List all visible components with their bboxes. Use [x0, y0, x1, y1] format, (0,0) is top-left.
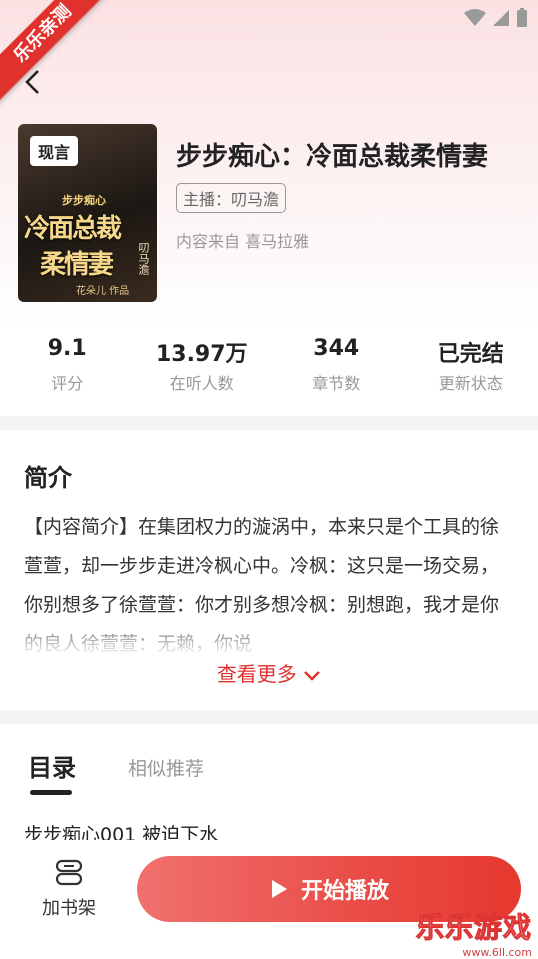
cover-side-text: 叨马澹	[135, 242, 151, 275]
stat-label: 更新状态	[404, 370, 538, 394]
book-cover[interactable]: 现言 步步痴心 冷面总裁 柔情妻 叨马澹 花朵儿 作品	[18, 124, 157, 302]
section-divider	[0, 710, 538, 724]
chevron-down-icon	[303, 669, 321, 683]
active-tab-indicator	[30, 790, 72, 795]
stat-label: 在听人数	[135, 370, 270, 394]
wifi-icon	[464, 9, 486, 27]
cover-author: 花朵儿 作品	[76, 282, 129, 297]
chapter-item[interactable]: 步步痴心001 被迫下水	[24, 820, 218, 840]
stat-update-status: 已完结 更新状态	[404, 336, 538, 394]
stat-value: 9.1	[0, 336, 135, 366]
status-bar	[464, 8, 528, 28]
stat-label: 章节数	[269, 370, 404, 394]
category-tag: 现言	[30, 136, 78, 166]
stat-value: 13.97万	[135, 336, 270, 366]
show-more-button[interactable]: 查看更多	[0, 658, 538, 687]
book-title: 步步痴心：冷面总裁柔情妻	[176, 136, 488, 173]
cover-subtitle: 步步痴心	[62, 192, 106, 208]
anchor-badge[interactable]: 主播：叨马澹	[176, 183, 286, 213]
battery-icon	[516, 8, 528, 28]
stat-value: 344	[269, 336, 404, 366]
stat-rating: 9.1 评分	[0, 336, 135, 394]
add-to-shelf-button[interactable]: 加书架	[38, 858, 100, 920]
section-divider	[0, 416, 538, 430]
watermark-url: www.6ll.com	[416, 946, 532, 959]
shelf-label: 加书架	[38, 894, 100, 920]
stat-chapters: 344 章节数	[269, 336, 404, 394]
stats-row: 9.1 评分 13.97万 在听人数 344 章节数 已完结 更新状态	[0, 336, 538, 394]
intro-heading: 简介	[24, 458, 72, 493]
stat-value: 已完结	[404, 336, 538, 366]
cover-title-line2: 柔情妻	[40, 244, 112, 281]
content-source: 内容来自 喜马拉雅	[176, 228, 309, 252]
intro-fade	[0, 612, 538, 662]
tab-catalog[interactable]: 目录	[28, 748, 76, 783]
watermark: 乐乐游戏 www.6ll.com	[416, 906, 532, 959]
stat-listeners: 13.97万 在听人数	[135, 336, 270, 394]
watermark-title: 乐乐游戏	[416, 906, 532, 946]
show-more-label: 查看更多	[217, 662, 297, 686]
chevron-left-icon	[18, 66, 50, 98]
cover-title-line1: 冷面总裁	[24, 208, 120, 245]
tab-similar[interactable]: 相似推荐	[128, 754, 204, 781]
bookshelf-icon	[52, 858, 86, 888]
play-icon	[269, 878, 289, 900]
signal-icon	[492, 9, 510, 27]
back-button[interactable]	[18, 66, 50, 98]
play-label: 开始播放	[301, 873, 389, 905]
stat-label: 评分	[0, 370, 135, 394]
